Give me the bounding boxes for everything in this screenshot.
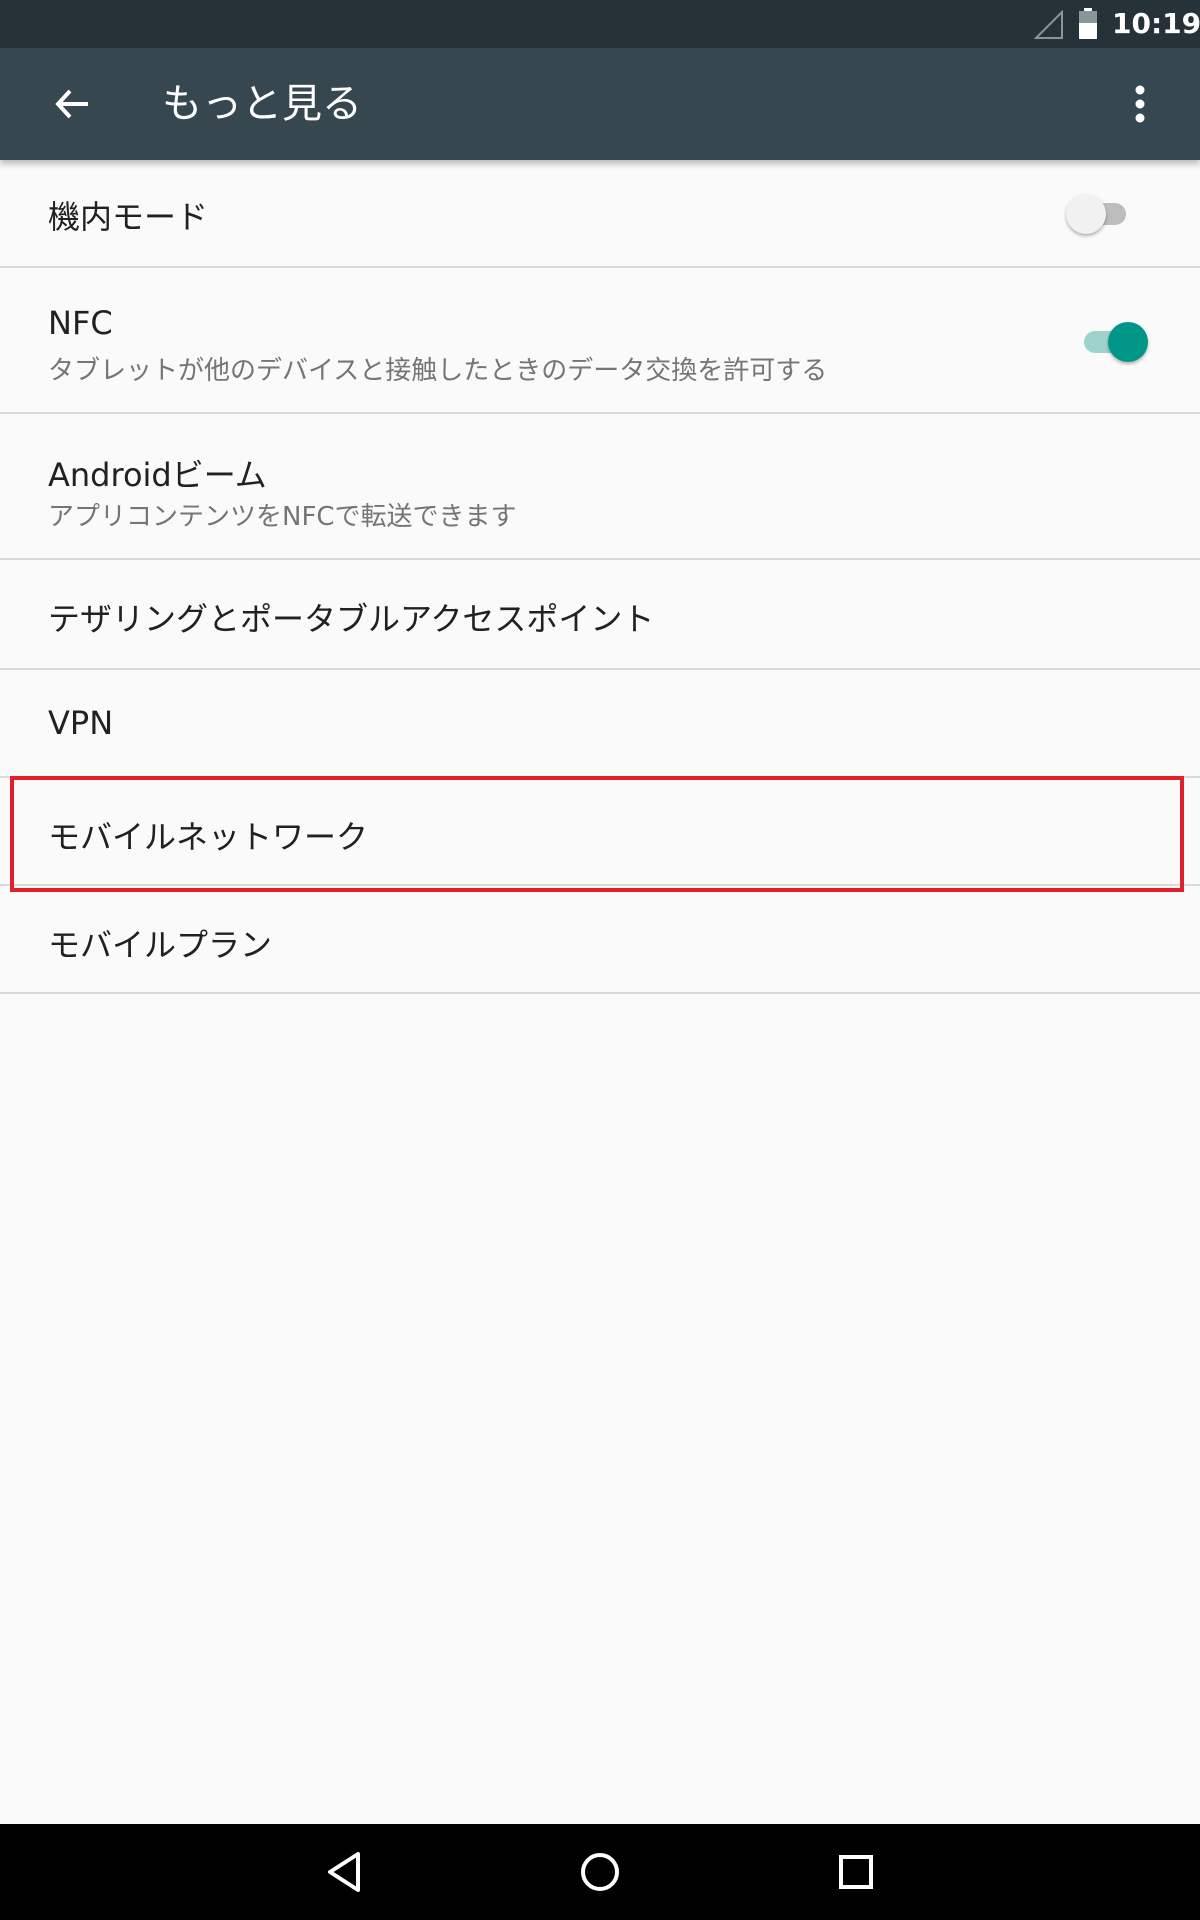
setting-nfc[interactable]: NFC タブレットが他のデバイスと接触したときのデータ交換を許可する — [0, 268, 1200, 414]
battery-icon — [1079, 8, 1097, 39]
setting-mobile-network[interactable]: モバイルネットワーク — [0, 778, 1200, 886]
arrow-back-icon — [55, 89, 88, 119]
app-bar: もっと見る — [0, 48, 1200, 160]
back-button[interactable] — [40, 72, 104, 136]
status-time: 10:19 — [1112, 7, 1200, 40]
nav-recents-button[interactable] — [824, 1840, 888, 1904]
more-vert-icon — [1135, 85, 1145, 123]
setting-mobile-plan[interactable]: モバイルプラン — [0, 886, 1200, 994]
setting-label: Androidビーム — [48, 456, 267, 494]
signal-empty-icon — [1034, 10, 1063, 39]
nav-home-icon — [581, 1853, 619, 1891]
setting-label: モバイルネットワーク — [48, 818, 369, 856]
setting-summary: アプリコンテンツをNFCで転送できます — [48, 502, 517, 532]
setting-android-beam[interactable]: Androidビーム アプリコンテンツをNFCで転送できます — [0, 414, 1200, 560]
navigation-bar — [0, 1824, 1200, 1920]
nfc-switch[interactable] — [1080, 316, 1148, 366]
nav-recents-icon — [839, 1855, 873, 1889]
setting-summary: タブレットが他のデバイスと接触したときのデータ交換を許可する — [48, 356, 828, 386]
status-bar: 10:19 — [0, 0, 1200, 48]
setting-airplane-mode[interactable]: 機内モード — [0, 160, 1200, 268]
setting-label: VPN — [48, 704, 114, 742]
nav-back-button[interactable] — [312, 1840, 376, 1904]
nav-back-icon — [328, 1852, 360, 1892]
setting-label: NFC — [48, 304, 113, 342]
setting-tethering[interactable]: テザリングとポータブルアクセスポイント — [0, 560, 1200, 670]
setting-label: 機内モード — [48, 198, 209, 236]
settings-list: 機内モード NFC タブレットが他のデバイスと接触したときのデータ交換を許可する… — [0, 160, 1200, 994]
switch-thumb — [1066, 194, 1106, 234]
switch-thumb — [1108, 322, 1148, 362]
setting-label: テザリングとポータブルアクセスポイント — [48, 600, 655, 638]
nav-home-button[interactable] — [568, 1840, 632, 1904]
setting-label: モバイルプラン — [48, 926, 273, 964]
more-options-button[interactable] — [1108, 72, 1172, 136]
airplane-mode-switch[interactable] — [1066, 188, 1130, 238]
page-title: もっと見る — [162, 81, 362, 127]
setting-vpn[interactable]: VPN — [0, 670, 1200, 778]
